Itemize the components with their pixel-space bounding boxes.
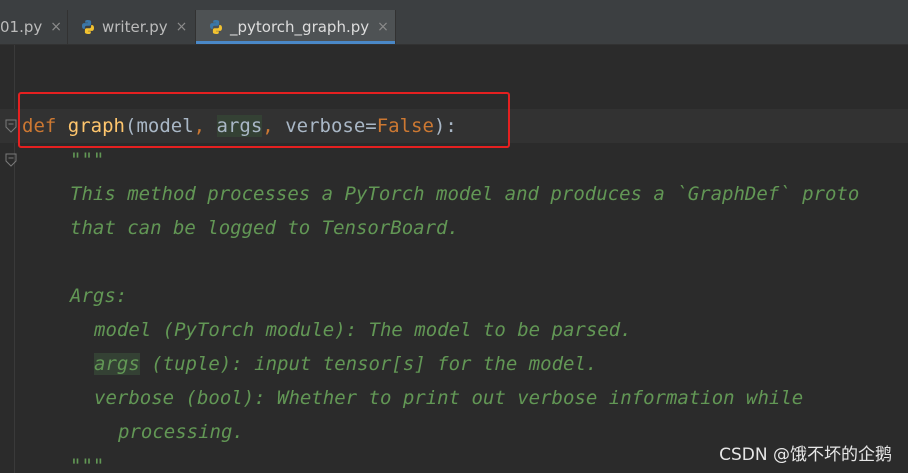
docstring-line[interactable]: processing. (118, 415, 244, 449)
docstring-close[interactable]: """ (70, 449, 104, 473)
docstring-args-header[interactable]: Args: (70, 279, 127, 313)
docstring-line[interactable]: verbose (bool): Whether to print out ver… (94, 381, 803, 415)
tab-pytorch-graph-py[interactable]: _pytorch_graph.py × (196, 10, 396, 44)
tab-writer-py[interactable]: writer.py × (68, 10, 196, 44)
toolbar-strip (0, 0, 908, 9)
editor-tab-bar: 01.py × writer.py × _pytorch_graph.py × (0, 0, 908, 45)
close-icon[interactable]: × (377, 19, 389, 35)
tab-label: _pytorch_graph.py (230, 18, 370, 36)
docstring-line[interactable]: that can be logged to TensorBoard. (70, 211, 459, 245)
docstring-line[interactable]: model (PyTorch module): The model to be … (94, 313, 632, 347)
tab-01-py[interactable]: 01.py × (0, 10, 68, 44)
tab-label: 01.py (0, 18, 43, 36)
python-file-icon (210, 20, 222, 34)
docstring-line[interactable]: args (tuple): input tensor[s] for the mo… (94, 347, 597, 381)
ide-window: 01.py × writer.py × _pytorch_graph.py × (0, 0, 908, 473)
watermark: CSDN @饿不坏的企鹅 (719, 445, 892, 465)
docstring-args-text: (tuple): input tensor[s] for the model. (139, 353, 598, 375)
docstring-args-name: args (94, 353, 140, 375)
docstring-open[interactable]: """ (70, 143, 104, 177)
tab-label: writer.py (102, 18, 168, 36)
close-icon[interactable]: × (176, 19, 188, 35)
fold-open-icon[interactable] (5, 153, 17, 167)
highlight-annotation-box (18, 92, 510, 148)
docstring-line[interactable]: This method processes a PyTorch model an… (70, 177, 859, 211)
fold-open-icon[interactable] (5, 119, 17, 133)
python-file-icon (82, 20, 94, 34)
active-tab-indicator (196, 41, 395, 44)
code-editor[interactable]: def graph(model, args, verbose=False): "… (0, 45, 908, 473)
close-icon[interactable]: × (50, 19, 62, 35)
